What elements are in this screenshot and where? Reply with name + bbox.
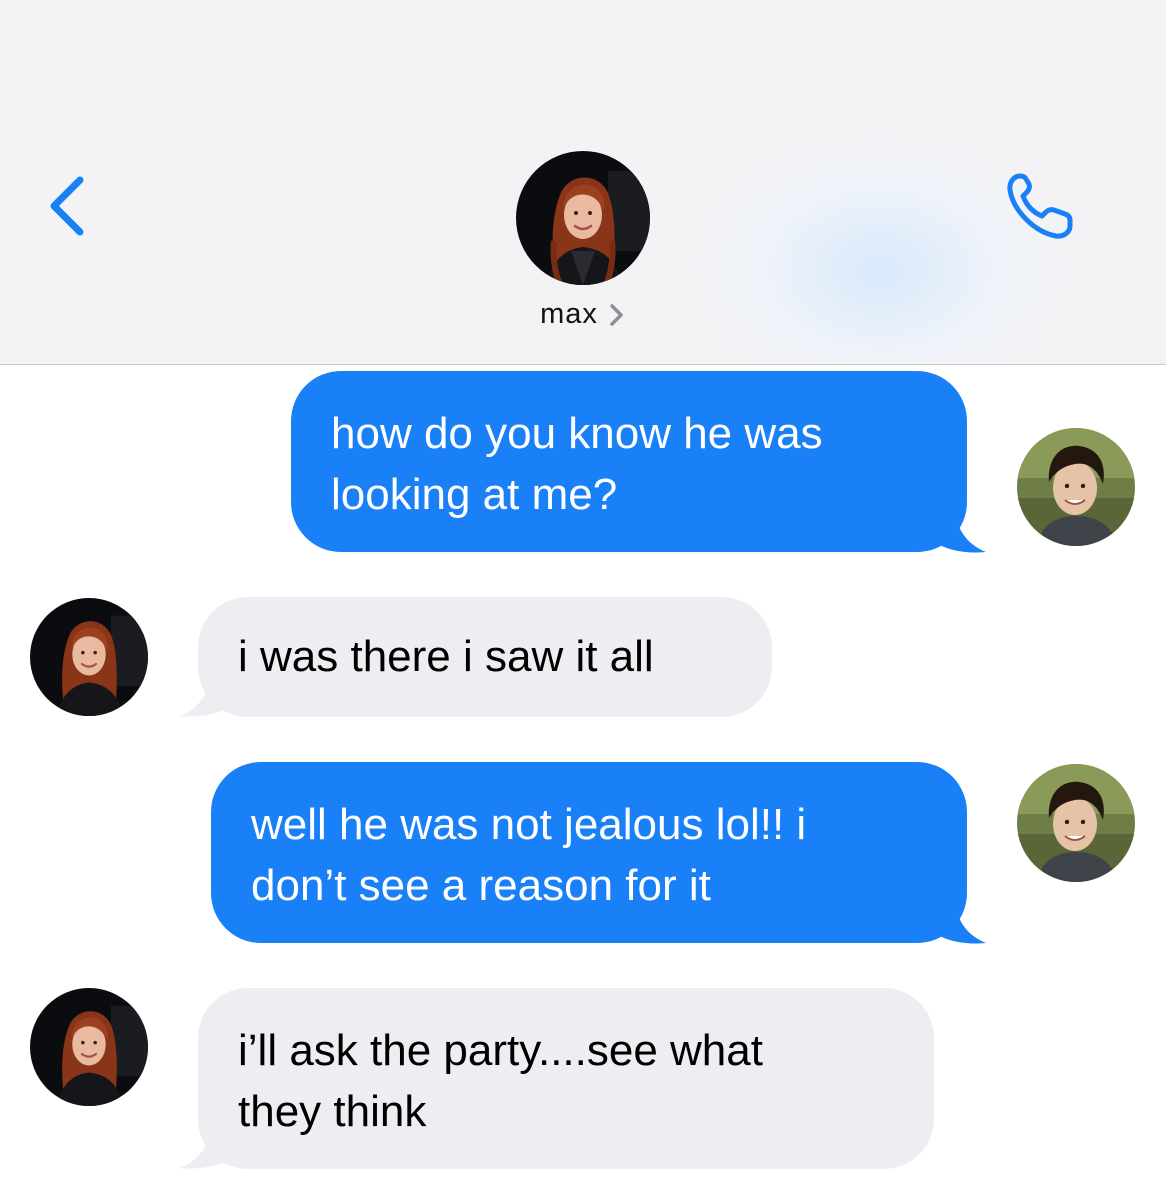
- contact-avatar[interactable]: [516, 151, 650, 285]
- chevron-right-icon: [610, 303, 623, 326]
- bubble-tail: [930, 506, 986, 553]
- message-bubble-received[interactable]: i’ll ask the party....see what they thin…: [198, 988, 934, 1169]
- message-text: i’ll ask the party....see what they thin…: [238, 1026, 763, 1136]
- contact-photo: [30, 598, 148, 716]
- contact-message-avatar[interactable]: [30, 988, 148, 1106]
- back-button[interactable]: [40, 172, 100, 242]
- call-button[interactable]: [998, 168, 1082, 246]
- message-text: well he was not jealous lol!! i don’t se…: [251, 800, 807, 910]
- my-avatar[interactable]: [1017, 428, 1135, 546]
- chevron-left-icon: [50, 176, 84, 236]
- my-avatar[interactable]: [1017, 764, 1135, 882]
- message-text: how do you know he was looking at me?: [331, 409, 823, 519]
- message-bubble-sent[interactable]: how do you know he was looking at me?: [291, 371, 967, 552]
- message-bubble-received[interactable]: i was there i saw it all: [198, 597, 772, 717]
- phone-icon: [1007, 173, 1073, 239]
- message-bubble-sent[interactable]: well he was not jealous lol!! i don’t se…: [211, 762, 967, 943]
- contact-name-button[interactable]: max: [0, 298, 1166, 331]
- bubble-tail: [930, 897, 986, 944]
- my-photo: [1017, 764, 1135, 882]
- contact-message-avatar[interactable]: [30, 598, 148, 716]
- message-text: i was there i saw it all: [238, 632, 654, 681]
- contact-photo: [30, 988, 148, 1106]
- conversation-header: max: [0, 0, 1166, 365]
- contact-name: max: [540, 298, 598, 330]
- my-photo: [1017, 428, 1135, 546]
- contact-photo: [516, 151, 650, 285]
